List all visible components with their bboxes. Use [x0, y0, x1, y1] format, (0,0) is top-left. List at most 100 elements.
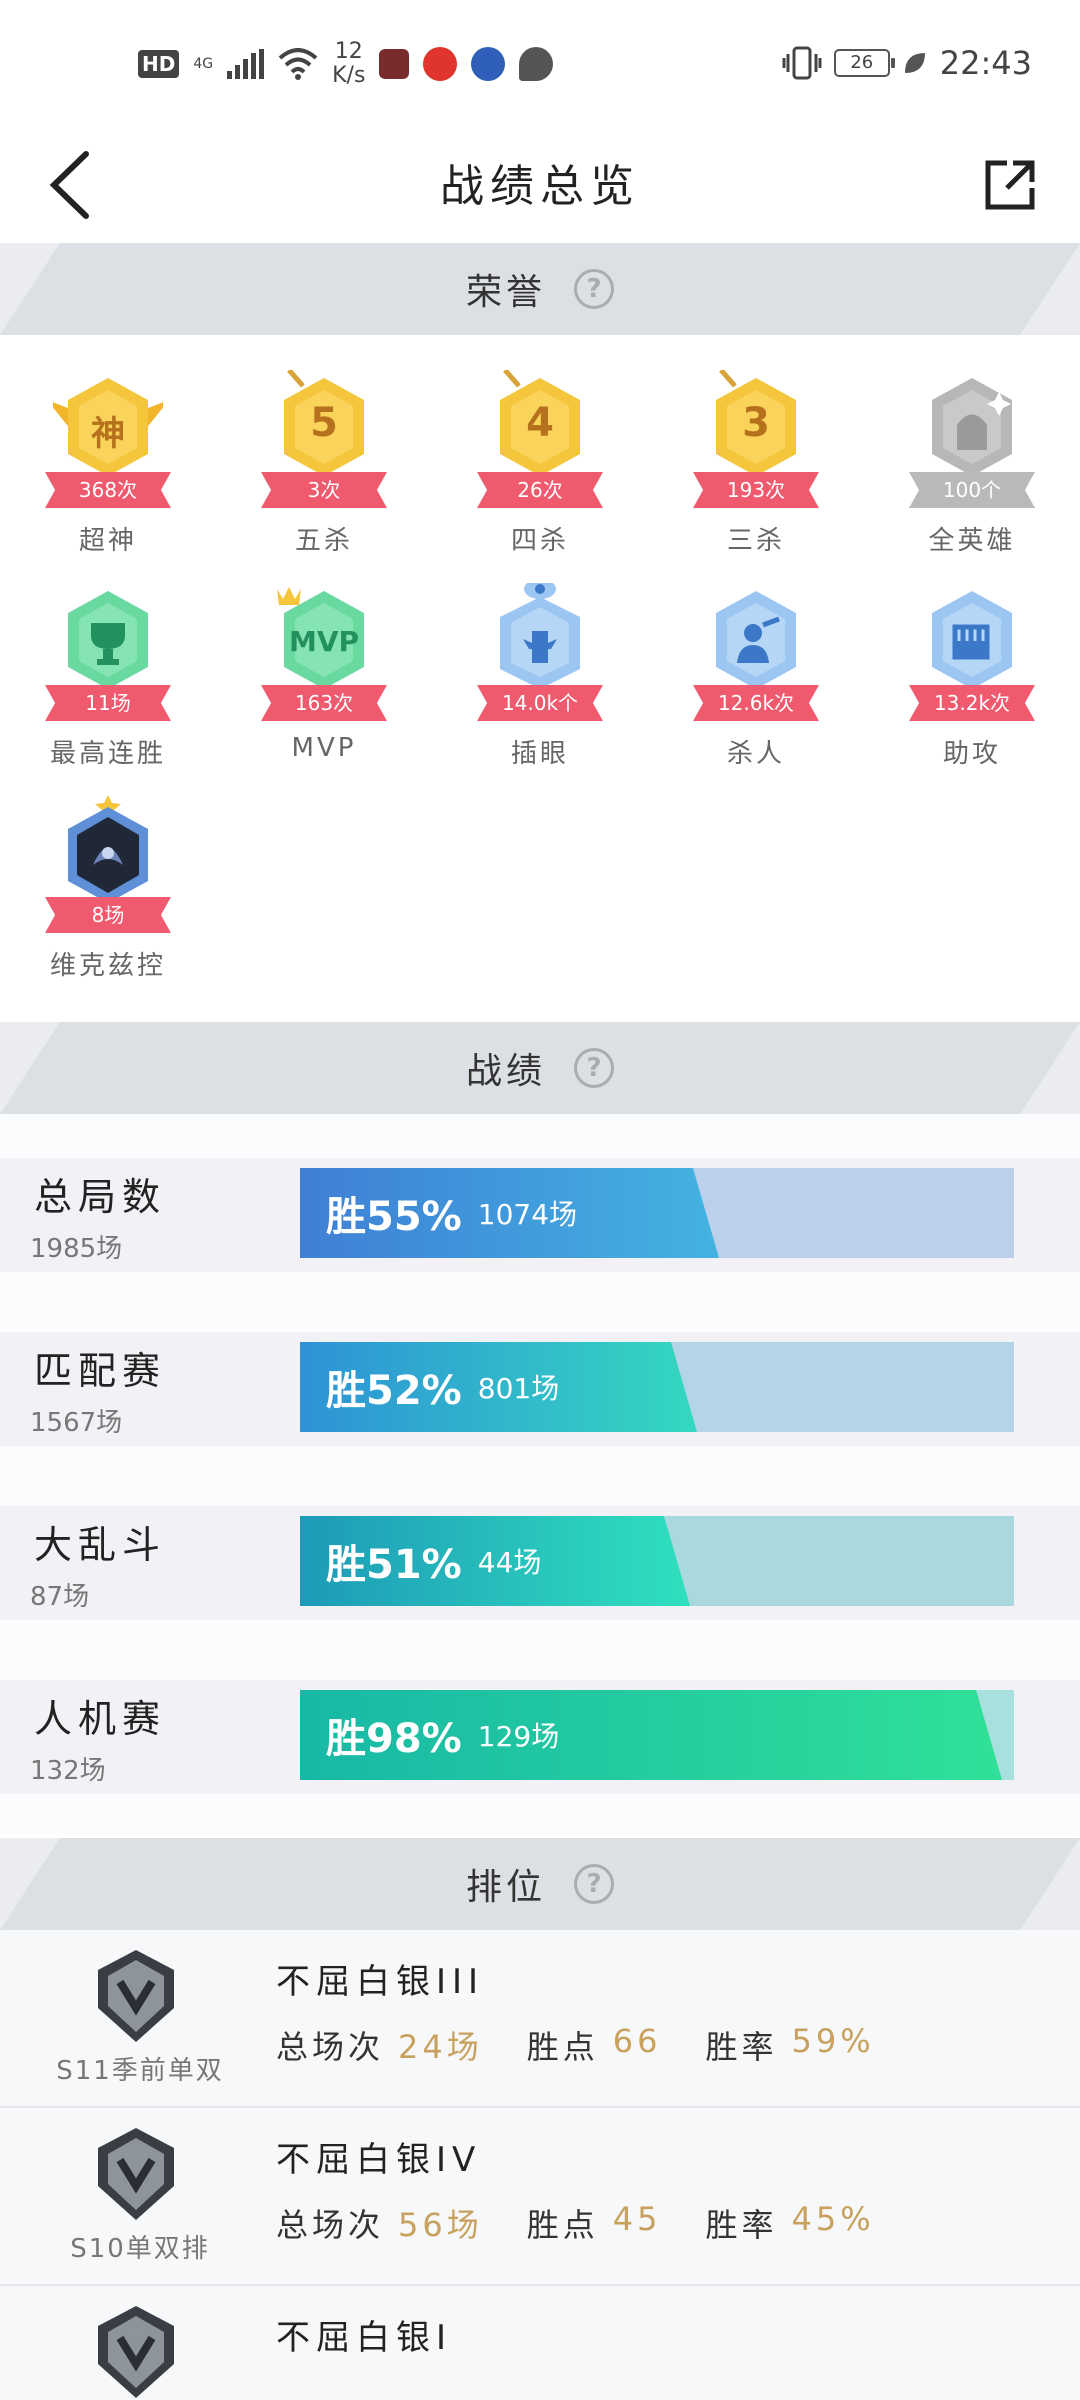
win-games: 129场 [477, 1720, 560, 1753]
record-name: 人机赛 [34, 1697, 167, 1741]
rank-tier: 不屈白银III [276, 1962, 485, 2002]
honor-badge-triple-kill[interactable]: 3 193次 三杀 [648, 370, 864, 570]
honor-badge-penta-kill[interactable]: 5 3次 五杀 [216, 370, 432, 570]
badge-glyph: MVP [288, 625, 360, 658]
status-right: 26 22:43 [782, 44, 1032, 82]
medal-icon: 100个 [909, 370, 1035, 510]
battery-icon: 26 [833, 49, 895, 77]
honor-badge-legendary[interactable]: 神 368次 超神 [0, 370, 216, 570]
record-row-total[interactable]: 总局数 1985场 胜55% 1074场 [0, 1158, 1080, 1272]
stat-label-games: 总场次 [276, 2028, 385, 2066]
win-games: 1074场 [477, 1198, 578, 1231]
rank-emblem-icon [98, 2128, 174, 2220]
battery-level: 26 [850, 52, 874, 73]
badge-value: 3次 [261, 472, 387, 508]
badge-glyph: 4 [526, 400, 554, 446]
badge-value: 26次 [477, 472, 603, 508]
medal-icon: 5 3次 [261, 370, 387, 510]
speed-unit: K/s [332, 63, 366, 88]
help-icon[interactable]: ? [574, 269, 614, 309]
rank-season: S11季前单双 [56, 2056, 224, 2086]
win-rate-label: 胜98% [326, 1716, 462, 1762]
clock: 22:43 [939, 44, 1032, 82]
hd-indicator: HD [138, 50, 180, 78]
app-notification-icon [423, 47, 458, 81]
record-count: 1985场 [30, 1234, 123, 1264]
badge-label: 插眼 [510, 739, 569, 769]
medal-icon: 13.2k次 [909, 583, 1035, 723]
record-row-matchmaking[interactable]: 匹配赛 1567场 胜52% 801场 [0, 1332, 1080, 1446]
record-name: 总局数 [34, 1175, 167, 1219]
ranked-row[interactable]: 不屈白银I [0, 2286, 1080, 2400]
win-rate-bar: 胜52% 801场 [300, 1342, 1014, 1432]
honor-badge-assists[interactable]: 13.2k次 助攻 [864, 583, 1080, 783]
ranked-row[interactable]: S11季前单双 不屈白银III 总场次 24场 胜点 66 胜率 59% [0, 1930, 1080, 2108]
medal-icon: MVP 163次 [261, 583, 387, 723]
stat-value-games: 56场 [398, 2206, 483, 2244]
win-rate-bar: 胜51% 44场 [300, 1516, 1014, 1606]
speed-value: 12 [334, 39, 363, 64]
stat-label-games: 总场次 [276, 2206, 385, 2244]
honors-grid: 神 368次 超神 5 3次 五杀 4 26次 四杀 3 193次 三杀 100… [0, 335, 1080, 1015]
status-left: HD 4G 12 K/s [138, 39, 554, 88]
section-title-record: 战绩 [465, 1051, 546, 1092]
record-name: 大乱斗 [34, 1523, 167, 1567]
signal-icon [227, 49, 265, 79]
stat-label-points: 胜点 [526, 2206, 599, 2244]
app-header: 战绩总览 [0, 130, 1080, 242]
badge-value: 100个 [909, 472, 1035, 508]
win-rate-bar: 胜55% 1074场 [300, 1168, 1014, 1258]
stat-label-rate: 胜率 [705, 2028, 778, 2066]
honor-badge-quadra-kill[interactable]: 4 26次 四杀 [432, 370, 648, 570]
page-title: 战绩总览 [440, 161, 640, 212]
honor-badge-hero-mastery[interactable]: 8场 维克兹控 [0, 795, 216, 995]
honor-badge-kills[interactable]: 12.6k次 杀人 [648, 583, 864, 783]
record-name: 匹配赛 [34, 1349, 167, 1393]
badge-value: 193次 [693, 472, 819, 508]
badge-label: 杀人 [726, 739, 785, 769]
rank-emblem-icon [98, 2306, 174, 2398]
ranked-row[interactable]: S10单双排 不屈白银IV 总场次 56场 胜点 45 胜率 45% [0, 2108, 1080, 2286]
win-rate-label: 胜55% [326, 1194, 462, 1240]
section-title-ranked: 排位 [465, 1867, 546, 1908]
stat-value-rate: 45% [791, 2200, 875, 2238]
honor-badge-all-heroes[interactable]: 100个 全英雄 [864, 370, 1080, 570]
medal-icon: 4 26次 [477, 370, 603, 510]
badge-value: 12.6k次 [693, 685, 819, 721]
badge-label: 全英雄 [928, 526, 1016, 556]
badge-label: 三杀 [726, 526, 785, 556]
win-rate-bar: 胜98% 129场 [300, 1690, 1014, 1780]
honor-badge-win-streak[interactable]: 11场 最高连胜 [0, 583, 216, 783]
medal-icon: 神 368次 [45, 370, 171, 510]
help-icon[interactable]: ? [574, 1864, 614, 1904]
badge-label: 维克兹控 [49, 951, 166, 981]
share-icon [985, 160, 1035, 210]
status-bar: HD 4G 12 K/s 26 22:43 [0, 0, 1080, 130]
badge-label: 助攻 [942, 739, 1001, 769]
honor-badge-wards[interactable]: 14.0k个 插眼 [432, 583, 648, 783]
app-notification-icon [471, 47, 506, 81]
leaf-icon [904, 53, 925, 73]
record-row-aram[interactable]: 大乱斗 87场 胜51% 44场 [0, 1506, 1080, 1620]
help-icon[interactable]: ? [574, 1048, 614, 1088]
badge-value: 163次 [261, 685, 387, 721]
badge-glyph: 3 [742, 400, 770, 446]
medal-icon: 14.0k个 [477, 583, 603, 723]
honor-badge-mvp[interactable]: MVP 163次 MVP [216, 583, 432, 783]
medal-icon: 12.6k次 [693, 583, 819, 723]
win-games: 44场 [477, 1546, 542, 1579]
win-rate-label: 胜51% [326, 1542, 462, 1588]
record-row-bots[interactable]: 人机赛 132场 胜98% 129场 [0, 1680, 1080, 1794]
stat-label-rate: 胜率 [705, 2206, 778, 2244]
share-button[interactable] [970, 140, 1050, 230]
badge-value: 14.0k个 [477, 685, 603, 721]
win-rate-label: 胜52% [326, 1368, 462, 1414]
wifi-icon [278, 48, 318, 80]
record-count: 87场 [30, 1582, 90, 1612]
record-section-header: 战绩 ? [0, 1022, 1080, 1114]
stat-value-points: 66 [612, 2022, 662, 2060]
rank-season: S10单双排 [70, 2234, 210, 2264]
rank-emblem-icon [98, 1950, 174, 2042]
medal-icon: 8场 [45, 795, 171, 935]
medal-icon: 3 193次 [693, 370, 819, 510]
